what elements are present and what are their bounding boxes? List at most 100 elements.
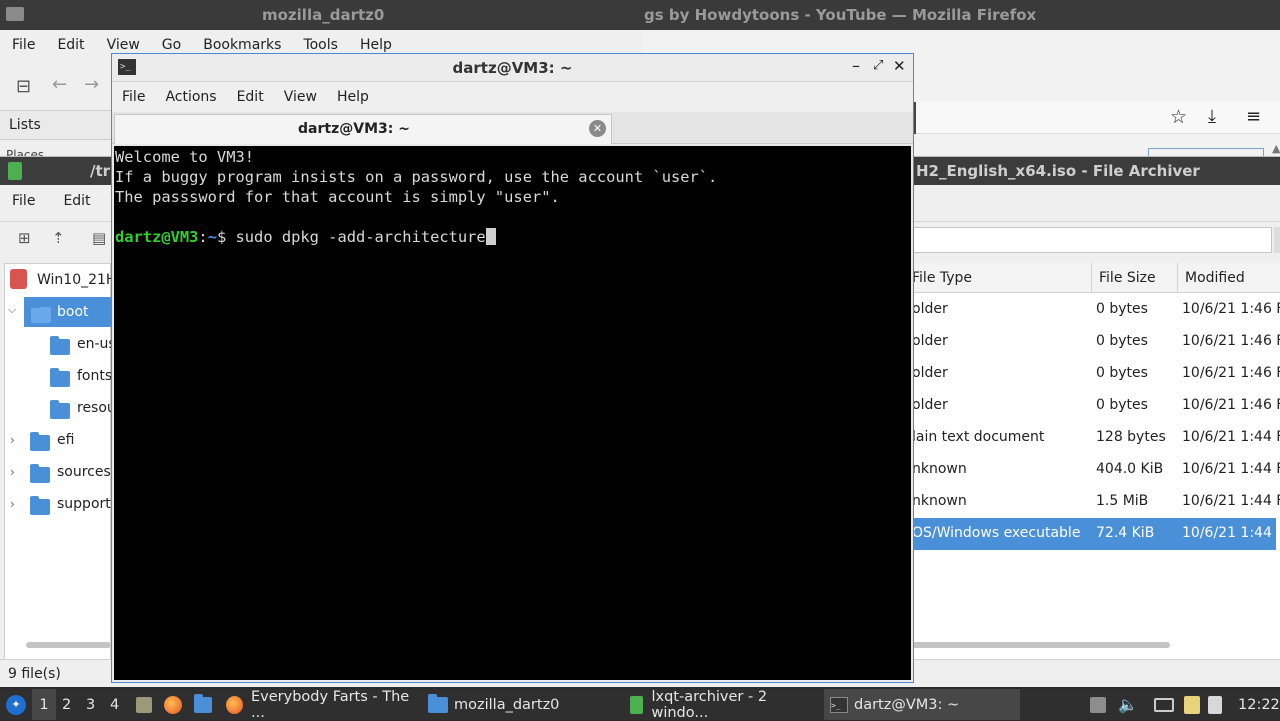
cell-modified: 10/6/21 1:44 F xyxy=(1182,429,1280,445)
table-row[interactable]: lain text document 128 bytes 10/6/21 1:44 … xyxy=(912,422,1280,454)
location-field[interactable] xyxy=(912,227,1272,253)
terminal-tab[interactable]: dartz@VM3: ~ ✕ xyxy=(114,114,612,144)
cell-modified: 10/6/21 1:44 F xyxy=(1182,461,1280,477)
volume-button[interactable]: 🔈 xyxy=(1118,689,1138,720)
desktop-2[interactable]: 2 xyxy=(62,689,71,720)
close-icon[interactable]: ✕ xyxy=(893,57,906,75)
tray-display[interactable] xyxy=(1154,689,1174,720)
chevron-right-icon[interactable]: › xyxy=(10,433,15,447)
task-archiver[interactable]: lxqt-archiver - 2 windo... xyxy=(626,689,822,721)
menu-bookmarks[interactable]: Bookmarks xyxy=(203,37,281,53)
cell-file-size: 0 bytes xyxy=(1096,365,1148,381)
chevron-right-icon[interactable]: › xyxy=(10,497,15,511)
column-file-type[interactable]: File Type xyxy=(912,270,972,286)
forward-arrow-icon[interactable]: → xyxy=(84,74,99,95)
archive-launcher-icon xyxy=(136,696,152,713)
new-tab-icon[interactable]: ⊟ xyxy=(16,76,31,97)
prompt-separator: : xyxy=(198,228,208,246)
archiver-menubar: File Edit V xyxy=(12,193,120,209)
table-row[interactable]: older 0 bytes 10/6/21 1:46 F xyxy=(912,294,1280,326)
tray-upload[interactable] xyxy=(1090,689,1106,720)
menu-edit[interactable]: Edit xyxy=(63,193,90,209)
menu-help[interactable]: Help xyxy=(360,37,392,53)
menu-view[interactable]: View xyxy=(107,37,140,53)
table-row[interactable]: nknown 1.5 MiB 10/6/21 1:44 F xyxy=(912,486,1280,518)
menu-file[interactable]: File xyxy=(12,37,35,53)
download-icon[interactable]: ⤓ xyxy=(1208,106,1216,127)
tray-notes[interactable] xyxy=(1208,689,1222,720)
quicklaunch-archive[interactable] xyxy=(136,689,152,720)
quicklaunch-files[interactable] xyxy=(194,689,212,720)
desktop-2-label: 2 xyxy=(62,696,72,713)
cell-file-size: 0 bytes xyxy=(1096,397,1148,413)
desktop-3[interactable]: 3 xyxy=(86,689,95,720)
table-row[interactable]: older 0 bytes 10/6/21 1:46 F xyxy=(912,358,1280,390)
tree-scrollbar[interactable] xyxy=(26,642,111,648)
top-titlebar: mozilla_dartz0 gs by Howdytoons - YouTub… xyxy=(0,0,1280,30)
cell-file-size: 404.0 KiB xyxy=(1096,461,1164,477)
terminal-app-icon: >_ xyxy=(830,696,848,713)
task-firefox[interactable]: Everybody Farts - The ... xyxy=(222,689,418,721)
hamburger-menu-icon[interactable]: ≡ xyxy=(1246,106,1261,127)
column-file-size[interactable]: File Size xyxy=(1099,270,1156,286)
prompt-path: ~ xyxy=(207,228,217,246)
menu-help[interactable]: Help xyxy=(337,89,369,105)
menu-file[interactable]: File xyxy=(122,89,145,105)
new-archive-icon[interactable]: ⊞ xyxy=(18,229,31,247)
tree-item-en-us[interactable]: en-us xyxy=(77,336,116,352)
tree-root-label[interactable]: Win10_21H xyxy=(37,272,116,288)
folder-icon xyxy=(428,693,448,713)
lists-label: Lists xyxy=(9,117,41,133)
desktop-1[interactable]: 1 xyxy=(32,689,56,720)
menu-edit[interactable]: Edit xyxy=(57,37,84,53)
chevron-right-icon[interactable]: › xyxy=(10,465,15,479)
menu-file[interactable]: File xyxy=(12,193,35,209)
column-divider xyxy=(1091,263,1092,293)
table-row[interactable]: OS/Windows executable 72.4 KiB 10/6/21 1:4… xyxy=(912,518,1280,550)
menu-go[interactable]: Go xyxy=(162,37,181,53)
cell-modified: 10/6/21 1:44 F xyxy=(1182,525,1280,541)
clock[interactable]: 12:22 xyxy=(1238,689,1280,720)
firefox-button[interactable] xyxy=(1148,148,1264,156)
menu-edit[interactable]: Edit xyxy=(237,89,264,105)
start-menu-button[interactable]: ✦ xyxy=(6,689,26,720)
tree-item-support[interactable]: support xyxy=(57,496,111,512)
terminal-tabbar: dartz@VM3: ~ ✕ xyxy=(112,112,913,144)
table-row[interactable]: nknown 404.0 KiB 10/6/21 1:44 F xyxy=(912,454,1280,486)
maximize-icon[interactable]: ⤢ xyxy=(873,58,883,73)
menu-view[interactable]: View xyxy=(284,89,317,105)
file-list-scrollbar[interactable] xyxy=(1274,295,1280,555)
file-list-hscroll[interactable] xyxy=(912,642,1170,648)
menu-tools[interactable]: Tools xyxy=(303,37,338,53)
chevron-down-icon[interactable]: ⌵ xyxy=(8,303,16,317)
terminal-output[interactable]: Welcome to VM3! If a buggy program insist… xyxy=(114,146,911,680)
tab-close-icon[interactable]: ✕ xyxy=(589,120,606,137)
terminal-command: sudo dpkg -add-architecture xyxy=(226,228,486,246)
location-scroll[interactable] xyxy=(1274,227,1280,253)
task-file-manager[interactable]: mozilla_dartz0 xyxy=(424,689,620,720)
quicklaunch-firefox[interactable] xyxy=(164,689,182,720)
tree-item-boot[interactable]: boot xyxy=(57,304,89,320)
scroll-up-icon[interactable]: ▲ xyxy=(1272,142,1280,155)
column-divider xyxy=(1177,263,1178,293)
terminal-tab-label: dartz@VM3: ~ xyxy=(298,121,410,137)
table-row[interactable]: older 0 bytes 10/6/21 1:46 F xyxy=(912,326,1280,358)
column-modified[interactable]: Modified xyxy=(1185,270,1245,286)
terminal-line: If a buggy program insists on a password… xyxy=(115,168,718,186)
tree-item-sources[interactable]: sources xyxy=(57,464,111,480)
archive-icon[interactable]: ▤ xyxy=(92,229,106,247)
tree-item-efi[interactable]: efi xyxy=(57,432,74,448)
tree-item-resources[interactable]: resou xyxy=(77,400,116,416)
task-terminal[interactable]: >_ dartz@VM3: ~ xyxy=(824,689,1020,720)
table-row[interactable]: older 0 bytes 10/6/21 1:46 F xyxy=(912,390,1280,422)
extract-icon[interactable]: ⇡ xyxy=(52,229,65,247)
tray-clipboard[interactable] xyxy=(1184,689,1200,720)
tray-arrow-icon xyxy=(1090,696,1106,713)
tree-item-fonts[interactable]: fonts xyxy=(77,368,112,384)
minimize-icon[interactable]: – xyxy=(852,56,860,75)
menu-actions[interactable]: Actions xyxy=(165,89,216,105)
bookmark-star-icon[interactable]: ☆ xyxy=(1170,106,1187,128)
back-arrow-icon[interactable]: ← xyxy=(52,74,67,95)
desktop-4[interactable]: 4 xyxy=(110,689,119,720)
